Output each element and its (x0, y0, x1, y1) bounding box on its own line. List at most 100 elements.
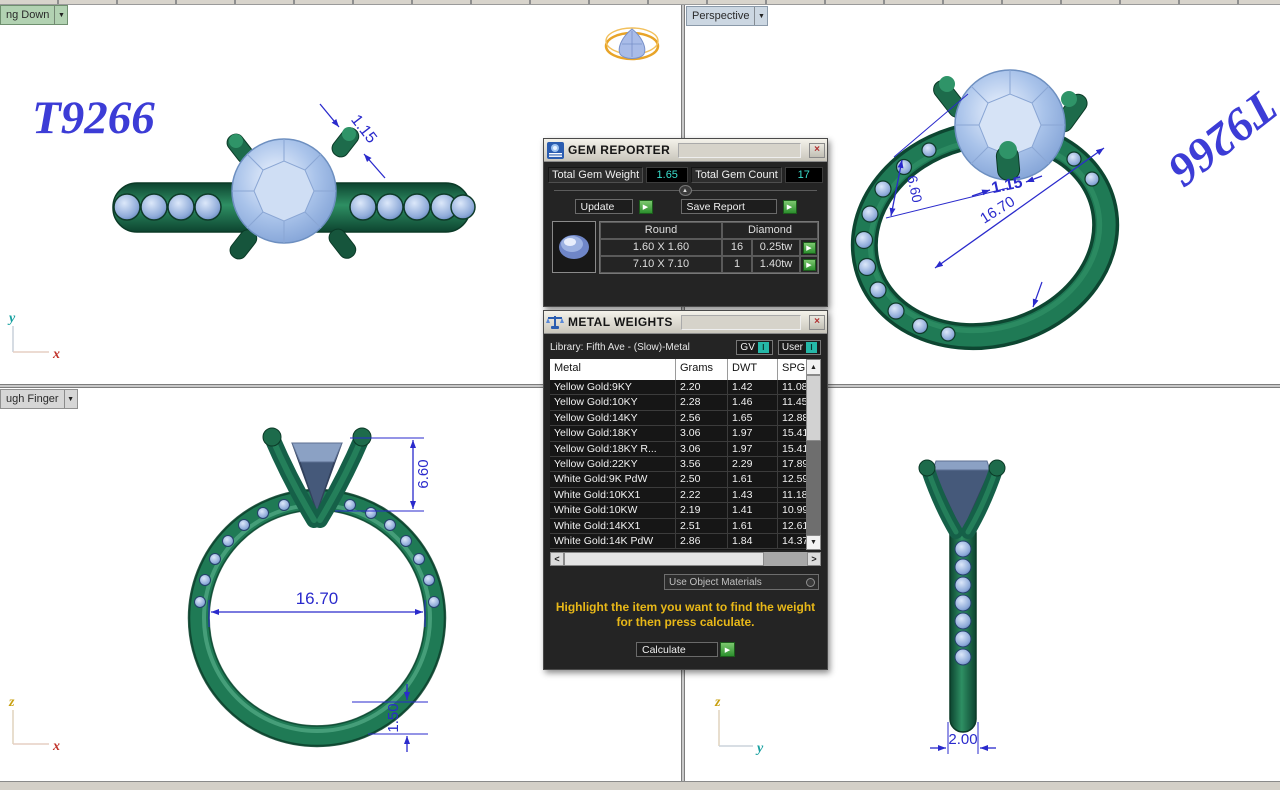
scroll-up-icon[interactable]: ▲ (806, 359, 821, 375)
gem-row-go-icon[interactable]: ▶ (803, 242, 816, 254)
metal-row[interactable]: White Gold:10KX12.22 1.4311.18 (550, 488, 821, 503)
dim-text: 2.00 (948, 731, 977, 748)
radio-indicator-icon (806, 578, 815, 587)
chevron-down-icon[interactable]: ▼ (54, 6, 67, 24)
gem-weight: 1.40tw (752, 256, 800, 273)
viewport-label-text: Perspective (687, 10, 754, 22)
user-indicator: I (806, 342, 817, 353)
chevron-down-icon[interactable]: ▼ (754, 7, 767, 25)
axis-x-label: x (52, 347, 60, 362)
metal-table-header: Metal Grams DWT SPG (550, 359, 821, 380)
metal-row[interactable]: White Gold:9K PdW2.50 1.6112.59 (550, 472, 821, 487)
gem-row-go-icon[interactable]: ▶ (803, 259, 816, 271)
axis-gizmo-top-left: y x (7, 311, 60, 362)
gem-reporter-panel: GEM REPORTER × Total Gem Weight 1.65 Tot… (543, 138, 828, 307)
vertical-scrollbar[interactable]: ▲ ▼ (806, 359, 821, 550)
scroll-down-icon[interactable]: ▼ (806, 535, 821, 550)
total-gem-count-value: 17 (785, 167, 823, 183)
user-toggle-button[interactable]: User I (778, 340, 821, 355)
col-dwt: DWT (728, 359, 778, 380)
scrollbar-thumb[interactable] (564, 552, 764, 566)
axis-gizmo-bottom-right: z y (714, 695, 764, 756)
metal-row[interactable]: Yellow Gold:10KY2.28 1.4611.45 (550, 395, 821, 410)
dimension-prong-1-15: 1.15 (320, 104, 385, 178)
horizontal-scrollbar[interactable]: < > (550, 552, 821, 566)
gem-count: 1 (722, 256, 752, 273)
status-bar (0, 781, 1280, 790)
metal-row[interactable]: Yellow Gold:18KY R...3.06 1.9715.41 (550, 442, 821, 457)
viewport-label-text: ng Down (1, 9, 54, 21)
gem-table-row[interactable]: 1.60 X 1.60 16 0.25tw ▶ (600, 239, 818, 256)
scroll-left-icon[interactable]: < (550, 552, 564, 566)
metal-weights-table: Metal Grams DWT SPG Yellow Gold:9KY2.20 … (550, 359, 821, 550)
chevron-down-icon[interactable]: ▼ (64, 390, 77, 408)
scroll-right-icon[interactable]: > (807, 552, 821, 566)
dim-text: 6.60 (415, 459, 432, 488)
metal-row[interactable]: Yellow Gold:18KY3.06 1.9715.41 (550, 426, 821, 441)
prongs-top-view (224, 124, 362, 262)
metal-weights-titlebar[interactable]: METAL WEIGHTS × (544, 311, 827, 334)
gem-reporter-titlebar[interactable]: GEM REPORTER × (544, 139, 827, 162)
head-through-finger (263, 428, 371, 520)
total-gem-weight-label: Total Gem Weight (548, 167, 643, 183)
mini-gold-ring-icon (606, 28, 658, 59)
ring-through-finger-view: 6.60 16.70 1.50 z x (8, 428, 445, 754)
pave-gems-side-profile (955, 541, 971, 665)
library-label: Library: Fifth Ave - (Slow)-Metal (550, 342, 731, 353)
gem-table-grid: Round Diamond 1.60 X 1.60 16 0.25tw ▶ 7.… (599, 221, 819, 274)
axis-z-label: z (714, 695, 721, 710)
calculate-hint-text: Highlight the item you want to find the … (544, 600, 827, 630)
prongs-perspective (930, 76, 1091, 135)
gem-type-header: Diamond (722, 222, 818, 239)
dim-text: 6.60 (904, 174, 925, 204)
gem-table-row[interactable]: 7.10 X 7.10 1 1.40tw ▶ (600, 256, 818, 273)
total-gem-count-label: Total Gem Count (691, 167, 782, 183)
dimension-shank-1-50: 1.50 (352, 684, 428, 752)
save-report-go-icon[interactable]: ▶ (783, 200, 797, 214)
use-object-materials-label: Use Object Materials (669, 577, 762, 588)
gem-size: 1.60 X 1.60 (600, 239, 722, 256)
center-gem-perspective (955, 70, 1065, 181)
metal-weights-panel: METAL WEIGHTS × Library: Fifth Ave - (Sl… (543, 310, 828, 670)
calculate-button[interactable]: Calculate (636, 642, 718, 657)
library-row: Library: Fifth Ave - (Slow)-Metal GV I U… (550, 340, 821, 355)
metal-row[interactable]: White Gold:14KX12.51 1.6112.61 (550, 519, 821, 534)
viewport-label-looking-down[interactable]: ng Down ▼ (0, 5, 68, 25)
col-metal: Metal (550, 359, 676, 380)
axis-y-label: y (7, 311, 16, 326)
metal-row[interactable]: White Gold:14K PdW2.86 1.8414.37 (550, 534, 821, 549)
metal-row[interactable]: White Gold:10KW2.19 1.4110.99 (550, 503, 821, 518)
total-gem-weight-value: 1.65 (646, 167, 688, 183)
collapse-arrow-icon[interactable]: ▲ (679, 185, 692, 196)
update-button[interactable]: Update (575, 199, 633, 214)
metal-row[interactable]: Yellow Gold:9KY2.20 1.4211.08 (550, 380, 821, 395)
titlebar-spacer (678, 143, 801, 158)
dimension-head-height-6-60: 6.60 (335, 438, 432, 511)
dimension-head-height-6-60-perspective: 6.60 (886, 94, 1008, 218)
viewport-label-text: ugh Finger (1, 393, 64, 405)
dim-text: 1.50 (385, 703, 402, 732)
panel-title: GEM REPORTER (568, 143, 670, 157)
dimension-shank-width-2-00: 2.00 (930, 722, 996, 754)
panel-collapse-separator: ▲ (554, 185, 817, 197)
close-icon[interactable]: × (809, 143, 825, 158)
use-object-materials-button[interactable]: Use Object Materials (664, 574, 819, 590)
viewport-label-perspective[interactable]: Perspective ▼ (686, 6, 768, 26)
dim-text: 1.15 (990, 174, 1024, 197)
viewport-label-through-finger[interactable]: ugh Finger ▼ (0, 389, 78, 409)
gem-preview-image (552, 221, 596, 273)
toolbar-strip-cropped (0, 0, 1280, 5)
close-icon[interactable]: × (809, 315, 825, 330)
calculate-go-icon[interactable]: ▶ (720, 642, 735, 657)
save-report-button[interactable]: Save Report (681, 199, 777, 214)
metal-row[interactable]: Yellow Gold:14KY2.56 1.6512.88 (550, 411, 821, 426)
axis-y-label: y (755, 741, 764, 756)
update-go-icon[interactable]: ▶ (639, 200, 653, 214)
dim-text: 16.70 (296, 589, 339, 608)
scrollbar-thumb[interactable] (806, 375, 821, 441)
gem-size: 7.10 X 7.10 (600, 256, 722, 273)
model-code-text-mirrored: T9266 (1158, 79, 1280, 196)
pave-gems-through-finger (195, 500, 440, 608)
metal-row[interactable]: Yellow Gold:22KY3.56 2.2917.89 (550, 457, 821, 472)
gv-toggle-button[interactable]: GV I (736, 340, 772, 355)
